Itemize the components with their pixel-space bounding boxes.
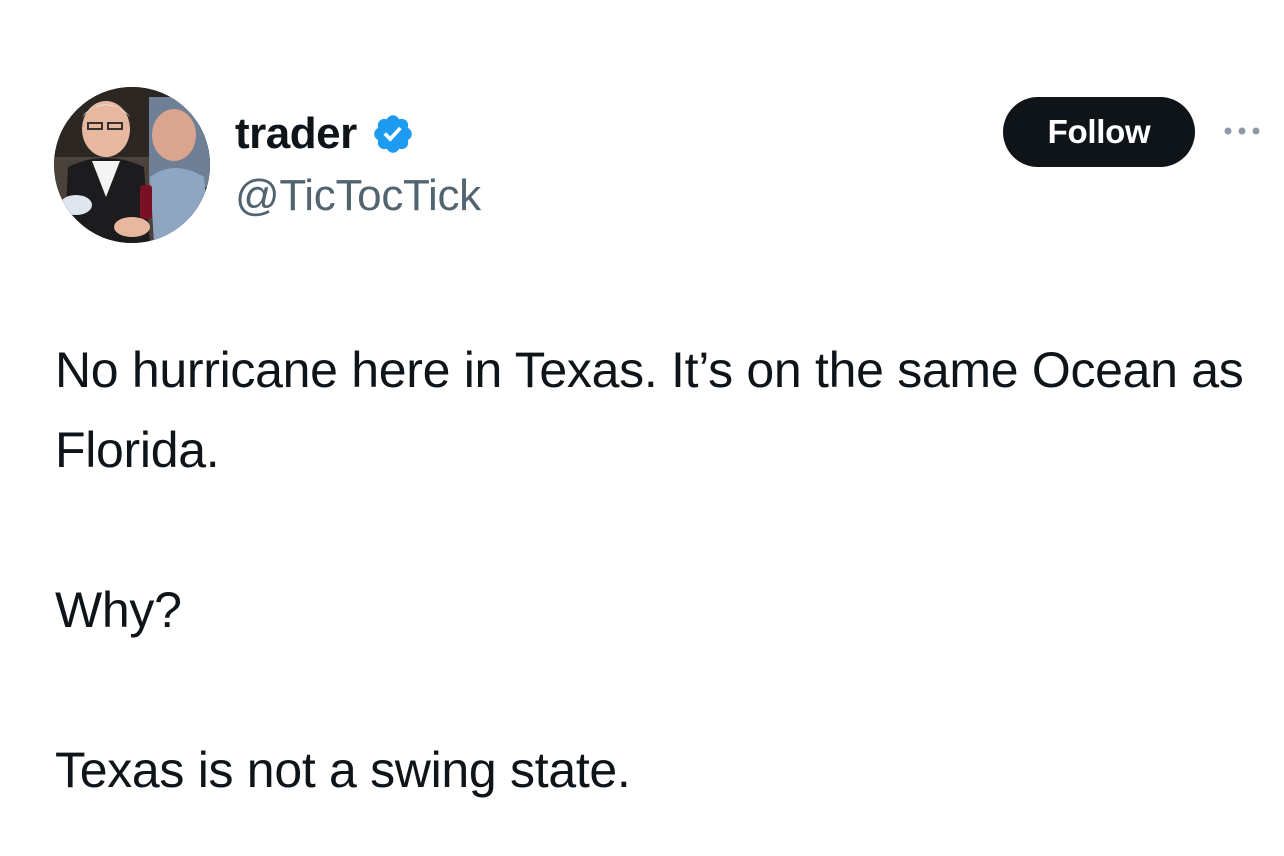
tweet-text: No hurricane here in Texas. It’s on the … (55, 330, 1255, 810)
tweet-paragraph: Texas is not a swing state. (55, 742, 631, 798)
author-name-row: trader (235, 108, 415, 160)
tweet-paragraph: Why? (55, 582, 182, 638)
verified-badge-icon[interactable] (371, 112, 415, 156)
more-horizontal-icon[interactable] (1222, 124, 1284, 138)
tweet-card: trader @TicTocTick Follow No hurricane h… (0, 0, 1284, 856)
avatar[interactable] (54, 87, 210, 243)
author-display-name[interactable]: trader (235, 108, 357, 160)
follow-button[interactable]: Follow (1003, 97, 1195, 167)
author-handle[interactable]: @TicTocTick (235, 168, 481, 224)
tweet-paragraph: No hurricane here in Texas. It’s on the … (55, 342, 1244, 478)
avatar-image (54, 87, 210, 243)
